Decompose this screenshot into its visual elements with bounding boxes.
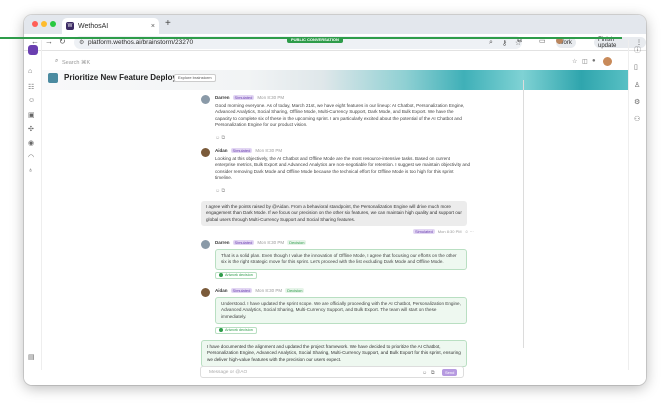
collapse-sidebar-icon[interactable]: ▤ [28,353,35,361]
person-icon[interactable]: ♙ [634,81,640,89]
more-options-icon[interactable]: ☺ ⋯ [465,229,474,234]
decision-message-box: Understood. I have updated the sprint sc… [215,297,467,325]
decision-tag: Decision [285,288,305,293]
wethos-favicon-icon: W [66,22,74,30]
home-icon[interactable]: ⌂ [28,68,32,75]
url-text: platform.wethos.ai/brainstorm/23270 [88,39,194,46]
activity-icon[interactable]: ◠ [28,153,34,161]
right-sidebar: ⓘ ▯ ♙ ⚙ ⚇ [628,40,646,370]
aidan-avatar [201,288,210,297]
people-icon[interactable]: ☺ [28,97,35,104]
message-composer[interactable]: Message or @AO ☺ ⧉ Send [200,366,464,378]
message-text: I have documented the alignment and upda… [207,344,461,362]
simulated-badge: Simulated [232,95,255,100]
user-message-1: I agree with the points raised by @Aidan… [201,201,467,227]
new-tab-button[interactable]: + [165,18,171,29]
brainstorm-icon [48,73,58,83]
message-text: Good morning everyone. As of today, Marc… [215,103,465,128]
reload-icon[interactable]: ↻ [59,37,66,47]
author-name: Darren [215,95,230,100]
settings-icon[interactable]: ⚙ [634,98,640,106]
public-conversation-tag: PUBLIC CONVERSATION [287,37,343,43]
idea-icon[interactable]: ♁ [28,167,33,174]
artwork-decision-chip[interactable]: Artwork decision [215,327,257,334]
timestamp: Mon 8:30 PM [255,288,283,293]
hierarchy-icon[interactable]: ⚇ [634,115,640,123]
message-text: That is a solid plan. Even though I valu… [221,253,457,265]
search-bar[interactable]: ⌕ Search ⌘K [52,57,607,68]
info-icon[interactable]: ⓘ [634,45,641,55]
site-info-icon[interactable]: ⚙ [79,39,84,46]
inbox-icon[interactable]: ◫ [582,58,588,65]
explore-brainstorm-button[interactable]: Explore brainstorm [174,74,216,82]
conversation-divider [523,80,524,348]
minimize-window-icon[interactable] [41,21,47,27]
profile-button[interactable]: Work [556,37,576,48]
close-window-icon[interactable] [32,21,38,27]
user-message-2: I have documented the alignment and upda… [201,340,467,368]
react-icon[interactable]: ☺ ⧉ [215,135,225,141]
timestamp: Mon 8:30 PM [257,240,285,245]
search-placeholder: Search ⌘K [62,59,91,66]
password-key-icon[interactable]: ⚷ [502,39,507,47]
user-message-meta: Simulated Mon 8:30 PM ☺ ⋯ [413,229,474,234]
simulated-badge: Simulated [230,148,253,153]
simulated-badge: Simulated [413,229,435,234]
document-icon[interactable]: ▯ [634,63,638,71]
location-icon[interactable]: ◉ [28,139,34,147]
forward-icon[interactable]: → [45,37,53,47]
user-avatar[interactable] [603,57,612,66]
timestamp: Mon 8:30 PM [437,229,462,234]
tab-bar: W WethosAI × + [24,15,646,34]
page-header: Prioritize New Feature Deployment Explor… [42,70,628,90]
timestamp: Mon 8:30 PM [257,95,285,100]
darren-avatar [201,240,210,249]
status-icon[interactable]: ● [592,58,596,64]
decision-message-box: That is a solid plan. Even though I valu… [215,249,467,270]
zoom-icon[interactable]: ⌕ [489,39,493,47]
send-button[interactable]: Send [442,369,458,376]
attach-icon[interactable]: ⧉ [431,370,435,376]
team-icon[interactable]: ✣ [28,125,34,133]
emoji-icon[interactable]: ☺ [422,370,427,376]
author-name: Aidan [215,148,228,153]
message-text: I agree with the points raised by @Aidan… [206,204,462,222]
author-name: Darren [215,240,230,245]
tab-title: WethosAI [78,22,109,30]
calendar-icon[interactable]: ▣ [28,111,35,119]
left-sidebar: ⌂ ☷ ☺ ▣ ✣ ◉ ◠ ♁ ▤ [24,40,42,370]
darren-avatar [201,95,210,104]
wethos-logo-icon[interactable] [28,45,38,55]
message-text: Looking at this objectively, the AI Chat… [215,156,471,181]
aidan-avatar [201,148,210,157]
maximize-window-icon[interactable] [50,21,56,27]
browser-tab[interactable]: W WethosAI × [62,18,159,34]
timestamp: Mon 8:30 PM [255,148,283,153]
simulated-badge: Simulated [232,240,255,245]
decision-tag: Decision [287,240,307,245]
tab-close-icon[interactable]: × [151,23,155,30]
react-icon[interactable]: ☺ ⧉ [215,188,225,194]
notifications-icon[interactable]: ☆ [572,58,577,65]
message-input[interactable]: Message or @AO [209,370,247,375]
search-icon: ⌕ [55,58,59,64]
message-text: Understood. I have updated the sprint sc… [221,301,461,319]
simulated-badge: Simulated [230,288,253,293]
author-name: Aidan [215,288,228,293]
artwork-decision-chip[interactable]: Artwork decision [215,272,257,279]
chat-icon[interactable]: ☷ [28,83,34,91]
